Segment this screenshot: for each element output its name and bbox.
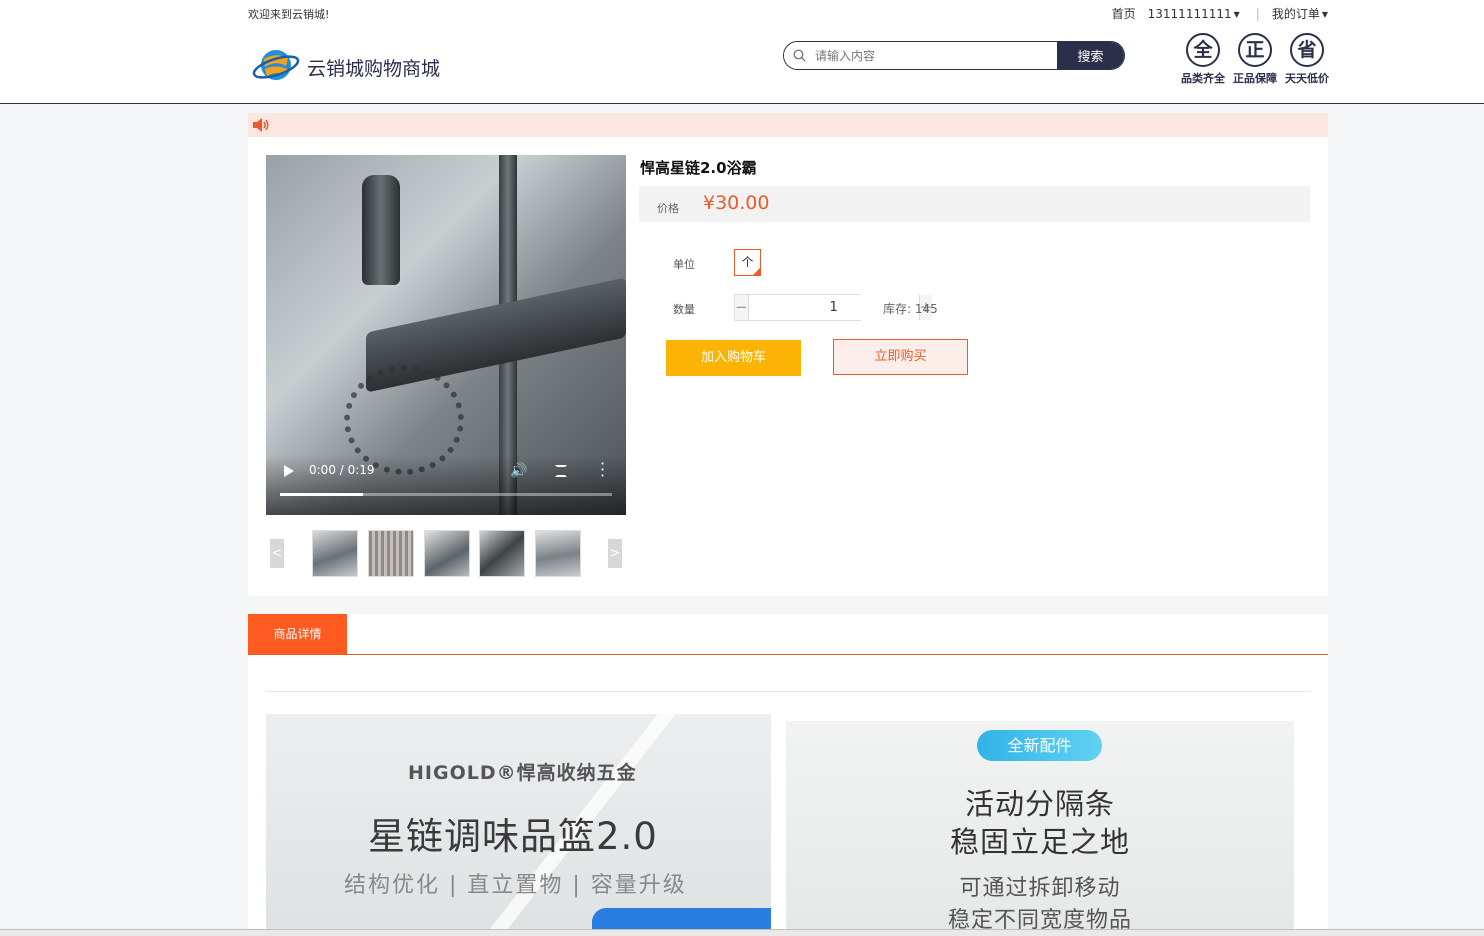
buy-now-button[interactable]: 立即购买 bbox=[833, 339, 968, 375]
badge-icon: 省 bbox=[1290, 33, 1324, 67]
detail-tabbar: 商品详情 bbox=[248, 614, 1328, 655]
topbar-links: 首页 13111111111 ▼ | 我的订单 ▼ bbox=[1100, 5, 1328, 22]
badge-genuine: 正 正品保障 bbox=[1229, 33, 1281, 86]
site-name[interactable]: 云销城购物商城 bbox=[307, 54, 440, 81]
fullscreen-icon[interactable] bbox=[555, 465, 567, 477]
badge-low-price: 省 天天低价 bbox=[1281, 33, 1333, 86]
planet-logo-icon[interactable] bbox=[252, 44, 300, 86]
badge-icon: 正 bbox=[1238, 33, 1272, 67]
product-title: 悍高星链2.0浴霸 bbox=[640, 159, 757, 177]
banner-title: 星链调味品篮2.0 bbox=[368, 815, 658, 858]
add-to-cart-button[interactable]: 加入购物车 bbox=[666, 340, 801, 376]
banner-text: 可通过拆卸移动 bbox=[959, 876, 1121, 901]
detail-panel: 商品详情 HIGOLD®悍高收纳五金 星链调味品篮2.0 结构优化 | 直立置物… bbox=[248, 614, 1328, 936]
badge-label: 天天低价 bbox=[1285, 72, 1329, 85]
welcome-text: 欢迎来到云销城! bbox=[248, 8, 330, 21]
thumb-prev-button[interactable]: < bbox=[270, 539, 284, 568]
unit-option-selected[interactable]: 个 bbox=[734, 249, 761, 276]
chevron-down-icon: ▼ bbox=[1233, 9, 1240, 19]
play-icon[interactable] bbox=[284, 465, 294, 477]
banner-heading: 稳固立足之地 bbox=[949, 825, 1130, 859]
quantity-decrease-button[interactable]: − bbox=[735, 295, 748, 320]
product-video[interactable]: 0:00 / 0:19 🔊 · · · bbox=[266, 155, 626, 515]
search-input[interactable] bbox=[784, 42, 1057, 69]
price-box: 价格 ¥30.00 bbox=[639, 186, 1310, 222]
speaker-icon bbox=[253, 118, 269, 132]
service-badges: 全 品类齐全 正 正品保障 省 天天低价 bbox=[1177, 33, 1333, 86]
badge-full-range: 全 品类齐全 bbox=[1177, 33, 1229, 86]
thumbnail[interactable] bbox=[312, 530, 358, 577]
badge-label: 品类齐全 bbox=[1181, 72, 1225, 85]
thumbnail[interactable] bbox=[535, 530, 581, 577]
video-frame-nozzle bbox=[362, 175, 400, 285]
price-value: ¥30.00 bbox=[703, 192, 770, 214]
product-panel: 0:00 / 0:19 🔊 · · · < > 悍高星链2.0浴霸 价格 ¥30.0… bbox=[248, 137, 1328, 596]
unit-label: 单位 bbox=[673, 258, 695, 271]
tab-product-detail[interactable]: 商品详情 bbox=[248, 614, 347, 654]
banner-heading: 活动分隔条 bbox=[964, 787, 1115, 821]
quantity-label: 数量 bbox=[673, 303, 695, 316]
orders-menu[interactable]: 我的订单 ▼ bbox=[1272, 5, 1328, 22]
video-time: 0:00 / 0:19 bbox=[309, 463, 375, 477]
video-progress[interactable] bbox=[280, 493, 612, 496]
divider: | bbox=[1255, 6, 1260, 21]
account-phone: 13111111111 bbox=[1147, 6, 1232, 21]
account-menu[interactable]: 13111111111 ▼ bbox=[1148, 7, 1240, 21]
search-icon bbox=[793, 49, 806, 62]
thumb-next-button[interactable]: > bbox=[608, 539, 622, 568]
thumbnail-strip: < > bbox=[266, 530, 626, 578]
banner-subtitle: 结构优化 | 直立置物 | 容量升级 bbox=[344, 873, 687, 898]
thumbnail[interactable] bbox=[424, 530, 470, 577]
home-link[interactable]: 首页 bbox=[1112, 5, 1136, 22]
quantity-stepper: − + bbox=[734, 294, 933, 321]
chevron-down-icon: ▼ bbox=[1321, 10, 1328, 19]
search-bar: 搜索 bbox=[783, 41, 1125, 70]
window-bottom-edge bbox=[0, 929, 1484, 936]
badge-icon: 全 bbox=[1186, 33, 1220, 67]
notice-bar bbox=[248, 113, 1328, 137]
banner-brand: HIGOLD®悍高收纳五金 bbox=[408, 762, 637, 784]
video-progress-fill bbox=[280, 493, 363, 496]
divider bbox=[266, 691, 1311, 692]
search-button[interactable]: 搜索 bbox=[1057, 42, 1124, 69]
detail-image-1: HIGOLD®悍高收纳五金 星链调味品篮2.0 结构优化 | 直立置物 | 容量… bbox=[266, 714, 771, 936]
badge-label: 正品保障 bbox=[1233, 72, 1277, 85]
stock-text: 库存: 145 bbox=[883, 302, 938, 316]
banner-tag: 全新配件 bbox=[977, 730, 1102, 761]
price-label: 价格 bbox=[657, 202, 679, 215]
orders-label: 我的订单 bbox=[1271, 7, 1320, 21]
detail-image-2: 全新配件 活动分隔条 稳固立足之地 可通过拆卸移动 稳定不同宽度物品 bbox=[786, 721, 1294, 936]
site-header: 欢迎来到云销城! 首页 13111111111 ▼ | 我的订单 ▼ 云销城购物商城… bbox=[0, 0, 1484, 104]
volume-icon[interactable]: 🔊 bbox=[510, 463, 527, 479]
thumbnail[interactable] bbox=[479, 530, 525, 577]
more-vertical-icon[interactable]: · · · bbox=[600, 456, 605, 484]
thumbnail[interactable] bbox=[368, 530, 414, 577]
